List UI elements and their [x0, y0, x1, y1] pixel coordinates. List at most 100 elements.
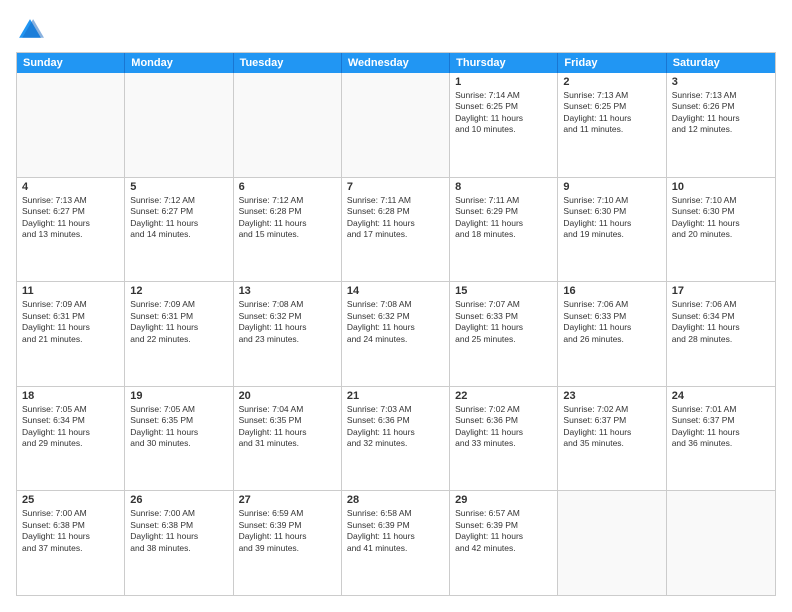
- calendar-body: 1 Sunrise: 7:14 AM Sunset: 6:25 PM Daylig…: [17, 73, 775, 595]
- cell-text: Sunrise: 7:11 AM Sunset: 6:29 PM Dayligh…: [455, 195, 552, 241]
- calendar-cell: [558, 491, 666, 595]
- day-number: 23: [563, 390, 660, 402]
- calendar-cell: 22 Sunrise: 7:02 AM Sunset: 6:36 PM Dayli…: [450, 387, 558, 491]
- calendar-cell: 10 Sunrise: 7:10 AM Sunset: 6:30 PM Dayli…: [667, 178, 775, 282]
- cell-text: Sunrise: 7:02 AM Sunset: 6:37 PM Dayligh…: [563, 404, 660, 450]
- calendar-cell: [667, 491, 775, 595]
- cell-text: Sunrise: 7:09 AM Sunset: 6:31 PM Dayligh…: [130, 299, 227, 345]
- calendar-cell: 28 Sunrise: 6:58 AM Sunset: 6:39 PM Dayli…: [342, 491, 450, 595]
- calendar-cell: 16 Sunrise: 7:06 AM Sunset: 6:33 PM Dayli…: [558, 282, 666, 386]
- header: [16, 16, 776, 44]
- calendar-cell: 25 Sunrise: 7:00 AM Sunset: 6:38 PM Dayli…: [17, 491, 125, 595]
- day-number: 7: [347, 181, 444, 193]
- day-number: 4: [22, 181, 119, 193]
- page: SundayMondayTuesdayWednesdayThursdayFrid…: [0, 0, 792, 612]
- cell-text: Sunrise: 7:06 AM Sunset: 6:33 PM Dayligh…: [563, 299, 660, 345]
- cell-text: Sunrise: 7:12 AM Sunset: 6:27 PM Dayligh…: [130, 195, 227, 241]
- calendar-row-2: 11 Sunrise: 7:09 AM Sunset: 6:31 PM Dayli…: [17, 281, 775, 386]
- cell-text: Sunrise: 7:05 AM Sunset: 6:35 PM Dayligh…: [130, 404, 227, 450]
- header-day-saturday: Saturday: [667, 53, 775, 73]
- day-number: 18: [22, 390, 119, 402]
- calendar-cell: 26 Sunrise: 7:00 AM Sunset: 6:38 PM Dayli…: [125, 491, 233, 595]
- calendar-cell: [342, 73, 450, 177]
- day-number: 22: [455, 390, 552, 402]
- cell-text: Sunrise: 6:58 AM Sunset: 6:39 PM Dayligh…: [347, 508, 444, 554]
- calendar-cell: 24 Sunrise: 7:01 AM Sunset: 6:37 PM Dayli…: [667, 387, 775, 491]
- calendar-cell: 5Sunrise: 7:12 AM Sunset: 6:27 PM Daylig…: [125, 178, 233, 282]
- day-number: 17: [672, 285, 770, 297]
- day-number: 26: [130, 494, 227, 506]
- calendar-cell: 6 Sunrise: 7:12 AM Sunset: 6:28 PM Daylig…: [234, 178, 342, 282]
- day-number: 3: [672, 76, 770, 88]
- calendar-cell: 3 Sunrise: 7:13 AM Sunset: 6:26 PM Daylig…: [667, 73, 775, 177]
- calendar-cell: 21Sunrise: 7:03 AM Sunset: 6:36 PM Dayli…: [342, 387, 450, 491]
- day-number: 8: [455, 181, 552, 193]
- calendar-header: SundayMondayTuesdayWednesdayThursdayFrid…: [17, 53, 775, 73]
- day-number: 24: [672, 390, 770, 402]
- calendar-cell: 14 Sunrise: 7:08 AM Sunset: 6:32 PM Dayli…: [342, 282, 450, 386]
- cell-text: Sunrise: 7:00 AM Sunset: 6:38 PM Dayligh…: [22, 508, 119, 554]
- cell-text: Sunrise: 6:57 AM Sunset: 6:39 PM Dayligh…: [455, 508, 552, 554]
- cell-text: Sunrise: 7:14 AM Sunset: 6:25 PM Dayligh…: [455, 90, 552, 136]
- cell-text: Sunrise: 7:12 AM Sunset: 6:28 PM Dayligh…: [239, 195, 336, 241]
- calendar-cell: 17 Sunrise: 7:06 AM Sunset: 6:34 PM Dayli…: [667, 282, 775, 386]
- day-number: 29: [455, 494, 552, 506]
- calendar-cell: 19 Sunrise: 7:05 AM Sunset: 6:35 PM Dayli…: [125, 387, 233, 491]
- calendar-cell: 8 Sunrise: 7:11 AM Sunset: 6:29 PM Daylig…: [450, 178, 558, 282]
- cell-text: Sunrise: 7:02 AM Sunset: 6:36 PM Dayligh…: [455, 404, 552, 450]
- cell-text: Sunrise: 7:09 AM Sunset: 6:31 PM Dayligh…: [22, 299, 119, 345]
- day-number: 28: [347, 494, 444, 506]
- calendar-cell: 29 Sunrise: 6:57 AM Sunset: 6:39 PM Dayli…: [450, 491, 558, 595]
- day-number: 6: [239, 181, 336, 193]
- calendar-cell: 13Sunrise: 7:08 AM Sunset: 6:32 PM Dayli…: [234, 282, 342, 386]
- day-number: 1: [455, 76, 552, 88]
- cell-text: Sunrise: 7:11 AM Sunset: 6:28 PM Dayligh…: [347, 195, 444, 241]
- cell-text: Sunrise: 7:00 AM Sunset: 6:38 PM Dayligh…: [130, 508, 227, 554]
- calendar-row-1: 4 Sunrise: 7:13 AM Sunset: 6:27 PM Daylig…: [17, 177, 775, 282]
- logo: [16, 16, 48, 44]
- cell-text: Sunrise: 7:04 AM Sunset: 6:35 PM Dayligh…: [239, 404, 336, 450]
- day-number: 12: [130, 285, 227, 297]
- cell-text: Sunrise: 7:13 AM Sunset: 6:26 PM Dayligh…: [672, 90, 770, 136]
- day-number: 14: [347, 285, 444, 297]
- day-number: 10: [672, 181, 770, 193]
- calendar: SundayMondayTuesdayWednesdayThursdayFrid…: [16, 52, 776, 596]
- header-day-tuesday: Tuesday: [234, 53, 342, 73]
- cell-text: Sunrise: 7:06 AM Sunset: 6:34 PM Dayligh…: [672, 299, 770, 345]
- day-number: 21: [347, 390, 444, 402]
- day-number: 15: [455, 285, 552, 297]
- calendar-cell: [234, 73, 342, 177]
- day-number: 25: [22, 494, 119, 506]
- calendar-cell: 18 Sunrise: 7:05 AM Sunset: 6:34 PM Dayli…: [17, 387, 125, 491]
- calendar-cell: 11 Sunrise: 7:09 AM Sunset: 6:31 PM Dayli…: [17, 282, 125, 386]
- day-number: 20: [239, 390, 336, 402]
- calendar-cell: 20 Sunrise: 7:04 AM Sunset: 6:35 PM Dayli…: [234, 387, 342, 491]
- cell-text: Sunrise: 7:01 AM Sunset: 6:37 PM Dayligh…: [672, 404, 770, 450]
- day-number: 19: [130, 390, 227, 402]
- calendar-cell: 15 Sunrise: 7:07 AM Sunset: 6:33 PM Dayli…: [450, 282, 558, 386]
- calendar-cell: 7 Sunrise: 7:11 AM Sunset: 6:28 PM Daylig…: [342, 178, 450, 282]
- cell-text: Sunrise: 7:07 AM Sunset: 6:33 PM Dayligh…: [455, 299, 552, 345]
- day-number: 16: [563, 285, 660, 297]
- calendar-cell: 4 Sunrise: 7:13 AM Sunset: 6:27 PM Daylig…: [17, 178, 125, 282]
- calendar-row-0: 1 Sunrise: 7:14 AM Sunset: 6:25 PM Daylig…: [17, 73, 775, 177]
- calendar-row-3: 18 Sunrise: 7:05 AM Sunset: 6:34 PM Dayli…: [17, 386, 775, 491]
- calendar-cell: 23 Sunrise: 7:02 AM Sunset: 6:37 PM Dayli…: [558, 387, 666, 491]
- calendar-cell: 9 Sunrise: 7:10 AM Sunset: 6:30 PM Daylig…: [558, 178, 666, 282]
- day-number: 11: [22, 285, 119, 297]
- calendar-cell: [17, 73, 125, 177]
- cell-text: Sunrise: 7:13 AM Sunset: 6:25 PM Dayligh…: [563, 90, 660, 136]
- cell-text: Sunrise: 7:13 AM Sunset: 6:27 PM Dayligh…: [22, 195, 119, 241]
- calendar-cell: 2Sunrise: 7:13 AM Sunset: 6:25 PM Daylig…: [558, 73, 666, 177]
- header-day-monday: Monday: [125, 53, 233, 73]
- header-day-thursday: Thursday: [450, 53, 558, 73]
- calendar-cell: 1 Sunrise: 7:14 AM Sunset: 6:25 PM Daylig…: [450, 73, 558, 177]
- header-day-sunday: Sunday: [17, 53, 125, 73]
- cell-text: Sunrise: 7:10 AM Sunset: 6:30 PM Dayligh…: [672, 195, 770, 241]
- calendar-cell: 27Sunrise: 6:59 AM Sunset: 6:39 PM Dayli…: [234, 491, 342, 595]
- cell-text: Sunrise: 7:08 AM Sunset: 6:32 PM Dayligh…: [347, 299, 444, 345]
- cell-text: Sunrise: 7:05 AM Sunset: 6:34 PM Dayligh…: [22, 404, 119, 450]
- day-number: 9: [563, 181, 660, 193]
- calendar-row-4: 25 Sunrise: 7:00 AM Sunset: 6:38 PM Dayli…: [17, 490, 775, 595]
- cell-text: Sunrise: 7:10 AM Sunset: 6:30 PM Dayligh…: [563, 195, 660, 241]
